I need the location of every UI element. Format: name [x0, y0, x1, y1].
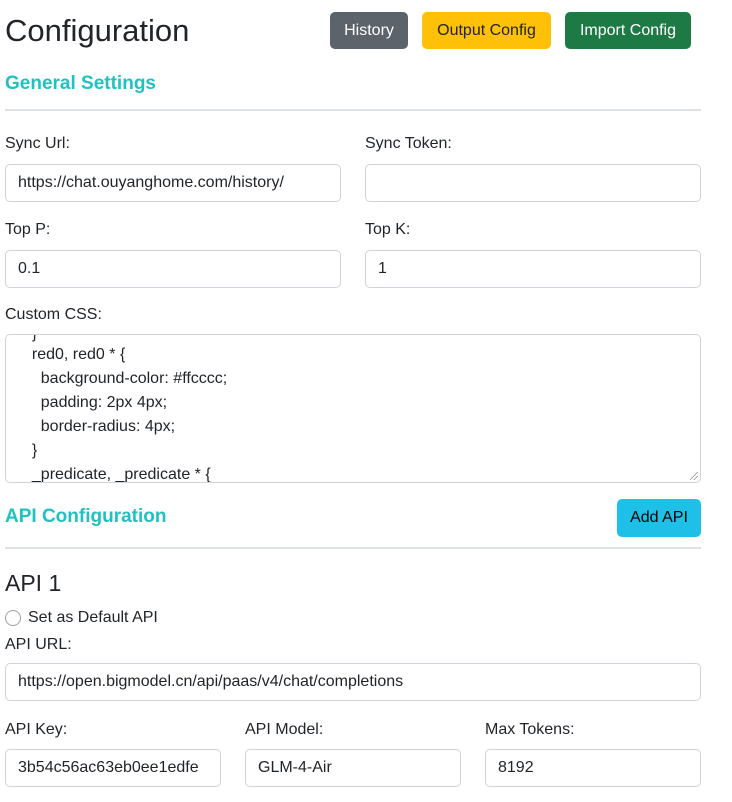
custom-css-label: Custom CSS: [5, 306, 102, 323]
api-model-label: API Model: [245, 721, 324, 738]
top-p-label: Top P: [5, 221, 51, 238]
api-url-input[interactable]: https://open.bigmodel.cn/api/paas/v4/cha… [5, 663, 701, 701]
css-line: red0, red0 * { [23, 346, 126, 363]
css-line: border-radius: 4px; [23, 418, 176, 435]
api-configuration-heading: API Configuration [5, 506, 167, 527]
sync-token-input[interactable] [365, 164, 701, 202]
sync-token-label: Sync Token: [365, 135, 452, 152]
api-key-label: API Key: [5, 721, 68, 738]
default-api-radio[interactable] [5, 610, 21, 626]
top-p-input[interactable]: 0.1 [5, 250, 341, 288]
sync-url-label: Sync Url: [5, 135, 70, 152]
output-config-button[interactable]: Output Config [422, 12, 551, 49]
css-line: _predicate, _predicate * { [23, 466, 211, 483]
add-api-button[interactable]: Add API [617, 499, 701, 537]
default-api-label: Set as Default API [28, 609, 158, 626]
css-line: } [23, 335, 37, 344]
css-line: background-color: #ffcccc; [23, 370, 228, 387]
max-tokens-label: Max Tokens: [485, 721, 575, 738]
api-model-input[interactable]: GLM-4-Air [245, 749, 461, 787]
custom-css-textarea[interactable]: } red0, red0 * { background-color: #ffcc… [5, 334, 701, 483]
resize-handle-icon[interactable] [690, 472, 698, 480]
general-settings-heading: General Settings [5, 73, 156, 94]
divider [5, 547, 701, 549]
divider [5, 109, 701, 111]
page-title: Configuration [5, 13, 190, 48]
api-url-label: API URL: [5, 636, 72, 653]
top-k-input[interactable]: 1 [365, 250, 701, 288]
max-tokens-input[interactable]: 8192 [485, 749, 701, 787]
api-title: API 1 [5, 570, 62, 596]
import-config-button[interactable]: Import Config [565, 12, 691, 49]
css-line: padding: 2px 4px; [23, 394, 168, 411]
history-button[interactable]: History [330, 12, 408, 49]
css-line: } [23, 442, 38, 459]
api-key-input[interactable]: 3b54c56ac63eb0ee1edfe [5, 749, 221, 787]
sync-url-input[interactable]: https://chat.ouyanghome.com/history/ [5, 164, 341, 202]
top-k-label: Top K: [365, 221, 411, 238]
